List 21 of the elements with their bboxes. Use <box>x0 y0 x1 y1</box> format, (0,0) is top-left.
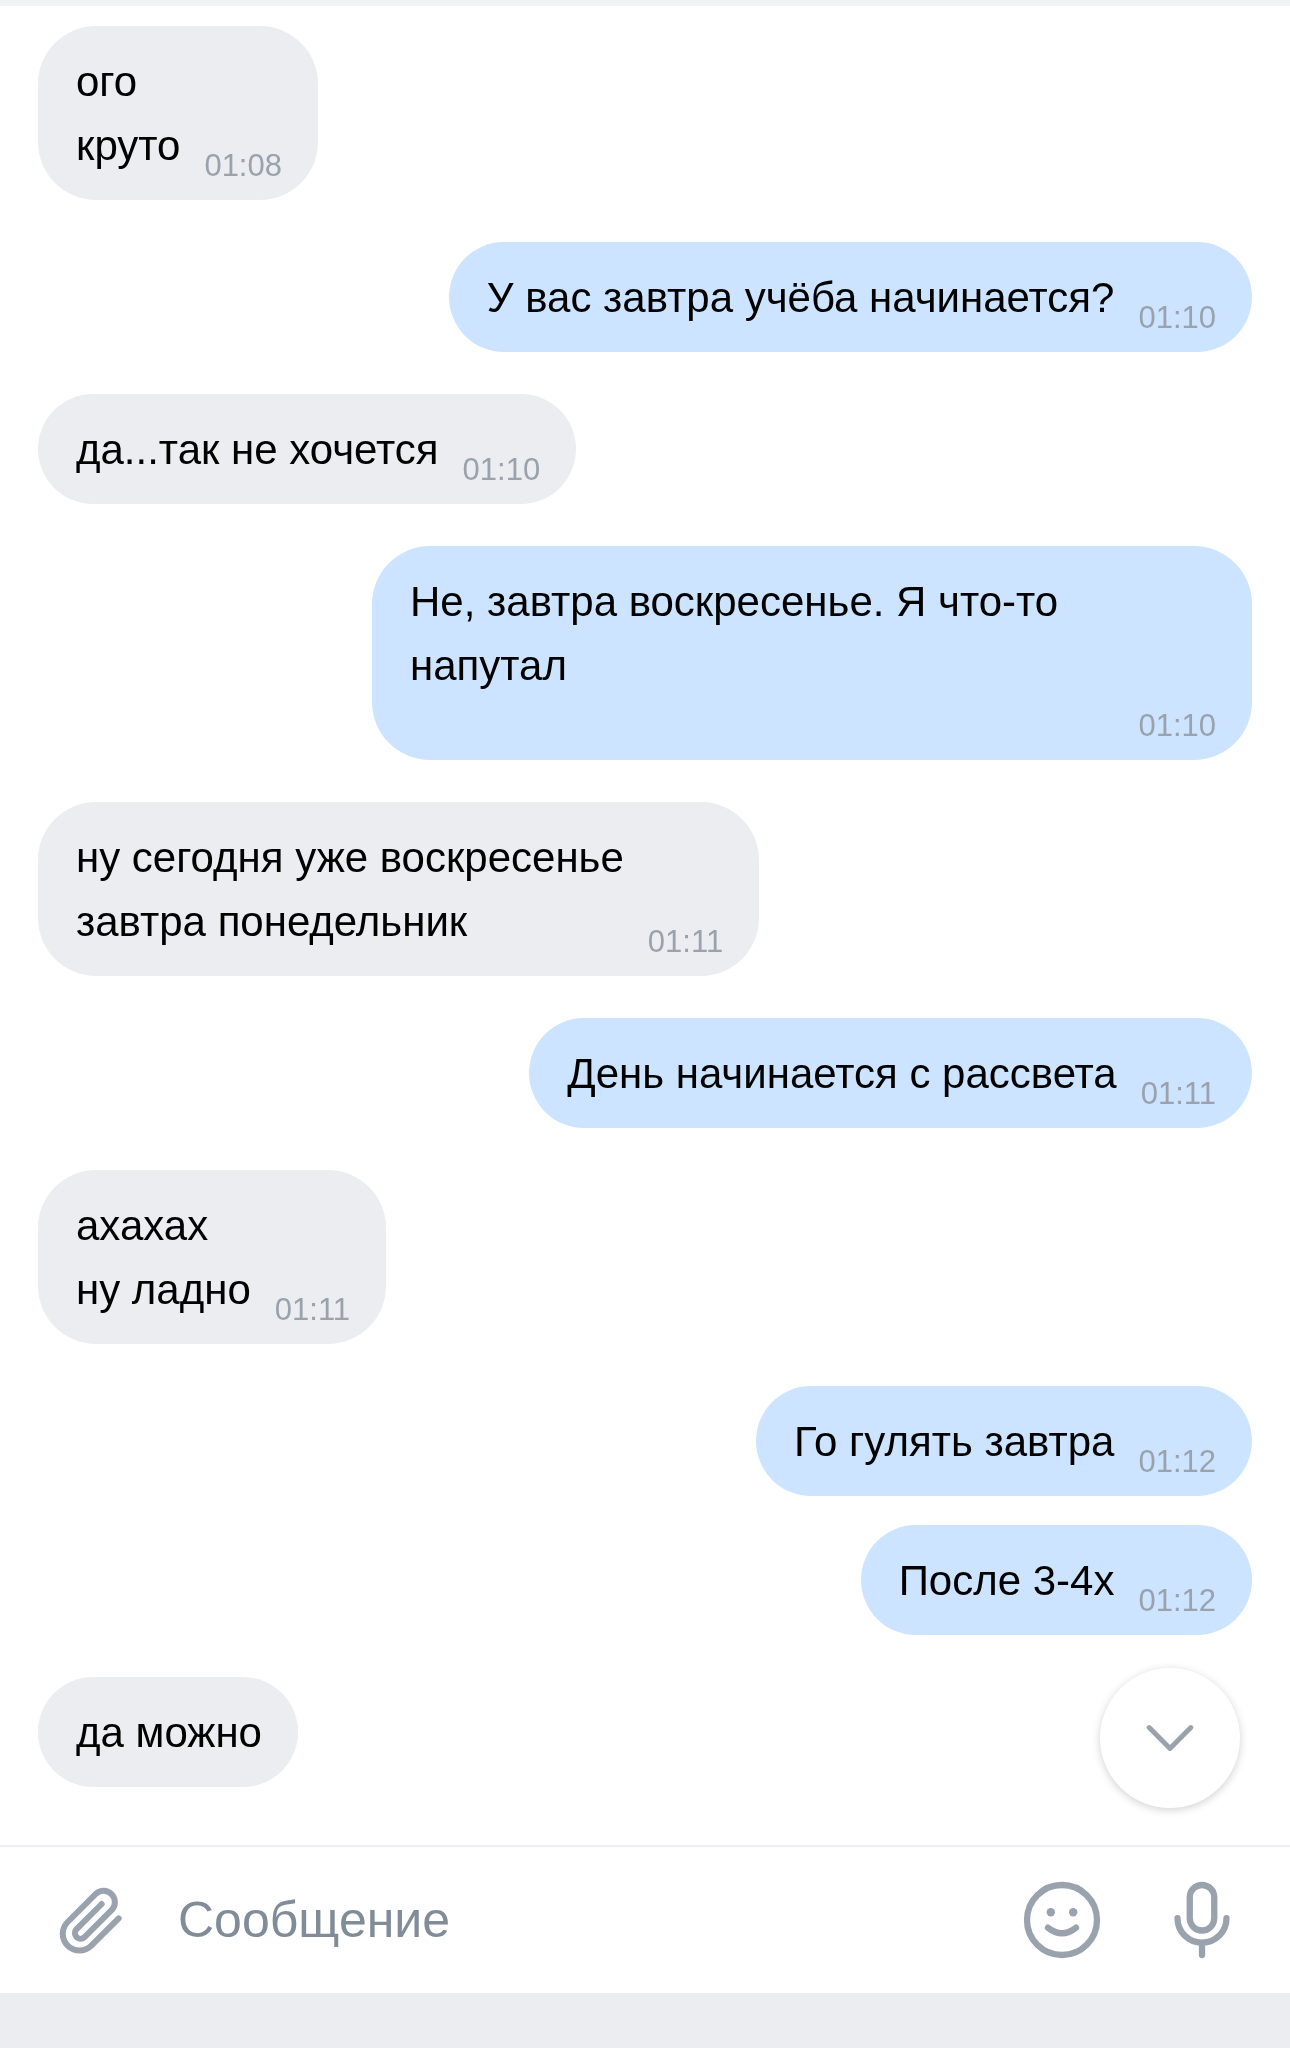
message-text: После 3-4х <box>898 1556 1115 1606</box>
message-text: У вас завтра учёба начинается? <box>486 273 1115 323</box>
message-time: 01:12 <box>1138 1582 1216 1620</box>
message-text: ого круто <box>76 57 181 171</box>
message-input[interactable]: Сообщение <box>176 1879 1020 1961</box>
message-text: да можно <box>76 1708 262 1758</box>
message-text: День начинается с рассвета <box>567 1049 1117 1099</box>
message-time: 01:10 <box>1138 707 1216 745</box>
message-time: 01:08 <box>204 147 282 185</box>
message-text: Го гулять завтра <box>794 1417 1115 1467</box>
message-text: ахахах ну ладно <box>76 1201 251 1315</box>
message-time: 01:12 <box>1138 1443 1216 1481</box>
message-text: Не, завтра воскресенье. Я что-то напутал <box>410 577 1060 691</box>
message-time: 01:11 <box>647 923 724 961</box>
message-time: 01:11 <box>1140 1075 1216 1113</box>
message-text: ну сегодня уже воскресенье завтра понедельник <box>76 833 624 947</box>
chevron-down-icon <box>1145 1723 1195 1753</box>
message-time: 01:11 <box>274 1291 351 1329</box>
message-time: 01:10 <box>462 451 541 489</box>
message-time: 01:10 <box>1138 299 1216 337</box>
message-text: да...так не хочется <box>76 425 439 475</box>
